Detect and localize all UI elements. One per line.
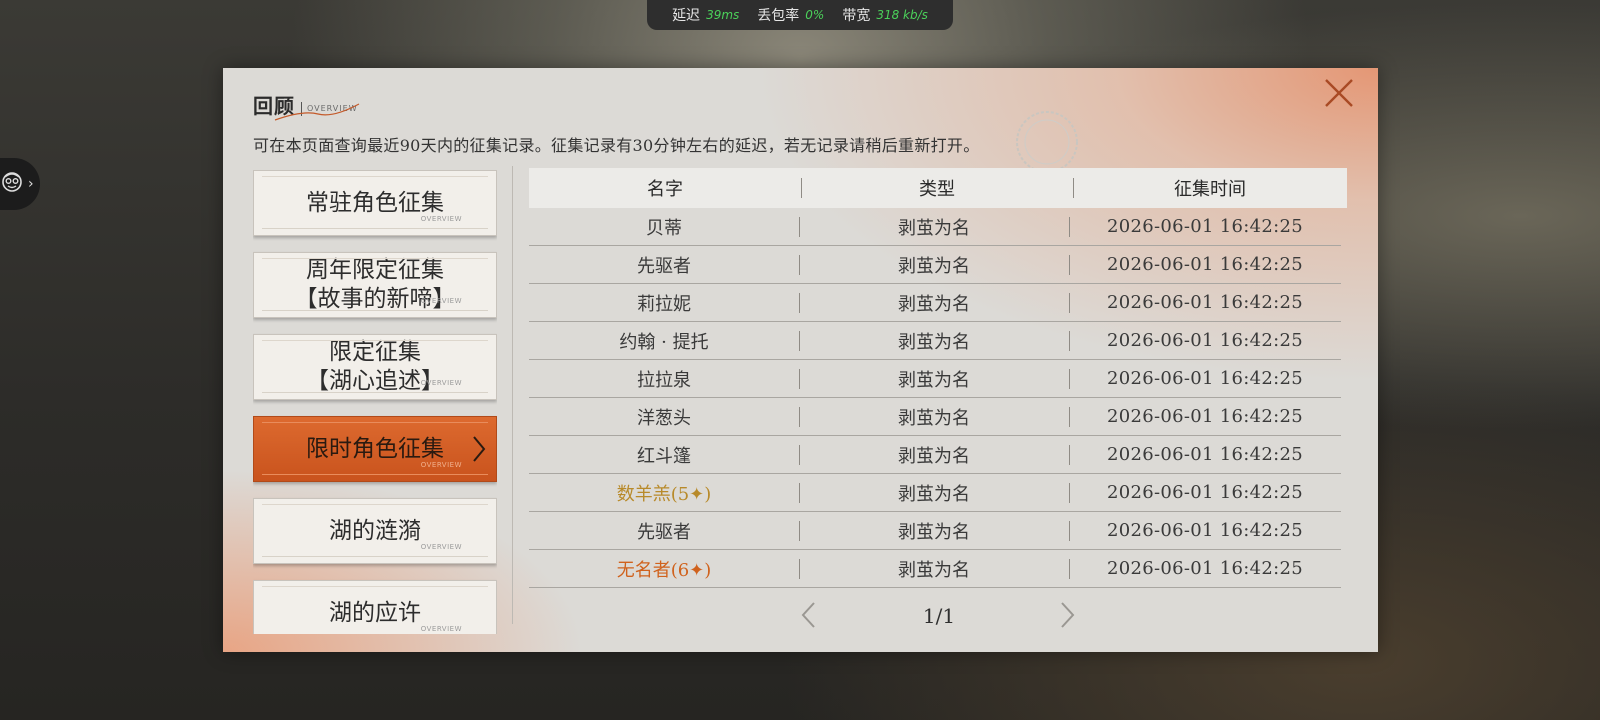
cell-type: 剥茧为名 (799, 556, 1069, 582)
table-row: 无名者(6✦) 剥茧为名 2026-06-01 16:42:25 (529, 550, 1341, 588)
table-row: 拉拉泉 剥茧为名 2026-06-01 16:42:25 (529, 360, 1341, 398)
category-lake-promise[interactable]: 湖的应许 OVERVIEW (253, 580, 497, 634)
cell-type: 剥茧为名 (799, 290, 1069, 316)
table-row: 约翰 · 提托 剥茧为名 2026-06-01 16:42:25 (529, 322, 1341, 360)
category-timed-character-recruit[interactable]: 限时角色征集 OVERVIEW (253, 416, 497, 482)
cell-type: 剥茧为名 (799, 328, 1069, 354)
packet-loss-value: 0% (805, 8, 825, 22)
packet-loss-label: 丢包率 (757, 8, 800, 24)
packet-loss-stat: 丢包率 0% (757, 5, 824, 25)
side-assistant-tab[interactable]: › (0, 158, 40, 210)
category-label-line1: 周年限定征集 (306, 257, 444, 283)
category-list: 常驻角色征集 OVERVIEW 周年限定征集 【故事的新啼】 OVERVIEW … (253, 170, 497, 634)
category-tag: OVERVIEW (420, 461, 462, 469)
header-time: 征集时间 (1073, 175, 1347, 201)
category-label-line1: 限定征集 (329, 339, 421, 365)
overview-dialog: 回顾 OVERVIEW 可在本页面查询最近90天内的征集记录。征集记录有30分钟… (223, 68, 1378, 652)
table-row: 贝蒂 剥茧为名 2026-06-01 16:42:25 (529, 208, 1341, 246)
cell-name: 先驱者 (637, 255, 691, 277)
cell-time: 2026-06-01 16:42:25 (1069, 292, 1341, 313)
cell-time: 2026-06-01 16:42:25 (1069, 406, 1341, 427)
latency-label: 延迟 (672, 8, 701, 24)
bandwidth-label: 带宽 (842, 8, 871, 24)
category-tag: OVERVIEW (420, 379, 462, 387)
table-row: 洋葱头 剥茧为名 2026-06-01 16:42:25 (529, 398, 1341, 436)
category-label: 湖的应许 (329, 599, 421, 626)
cell-name-rare: 数羊羔(5✦) (616, 483, 712, 505)
recruit-history-table: 名字 类型 征集时间 贝蒂 剥茧为名 2026-06-01 16:42:25 先… (529, 168, 1347, 588)
dialog-description: 可在本页面查询最近90天内的征集记录。征集记录有30分钟左右的延迟，若无记录请稍… (253, 136, 980, 155)
bandwidth-value: 318 kb/s (876, 8, 928, 22)
next-page-icon[interactable] (1057, 600, 1077, 630)
chevron-right-icon: › (28, 176, 34, 192)
cell-name: 洋葱头 (637, 407, 691, 429)
pagination: 1/1 (529, 596, 1347, 640)
cell-time: 2026-06-01 16:42:25 (1069, 444, 1341, 465)
cell-type: 剥茧为名 (799, 252, 1069, 278)
cell-time: 2026-06-01 16:42:25 (1069, 558, 1341, 579)
cell-name: 约翰 · 提托 (619, 331, 709, 353)
prev-page-icon[interactable] (799, 600, 819, 630)
assistant-face-icon (0, 170, 24, 198)
table-row: 莉拉妮 剥茧为名 2026-06-01 16:42:25 (529, 284, 1341, 322)
cell-time: 2026-06-01 16:42:25 (1069, 520, 1341, 541)
category-label: 湖的涟漪 (329, 517, 421, 544)
page-indicator: 1/1 (922, 604, 956, 628)
network-status-bar: 延迟 39ms 丢包率 0% 带宽 318 kb/s (647, 0, 953, 30)
title-swoosh-decoration (274, 103, 360, 121)
cell-type: 剥茧为名 (799, 442, 1069, 468)
category-tag: OVERVIEW (420, 297, 462, 305)
cell-type: 剥茧为名 (799, 366, 1069, 392)
table-body: 贝蒂 剥茧为名 2026-06-01 16:42:25 先驱者 剥茧为名 202… (529, 208, 1341, 588)
latency-stat: 延迟 39ms (672, 5, 739, 25)
cell-time: 2026-06-01 16:42:25 (1069, 482, 1341, 503)
category-tag: OVERVIEW (420, 543, 462, 551)
cell-time: 2026-06-01 16:42:25 (1069, 254, 1341, 275)
table-row: 数羊羔(5✦) 剥茧为名 2026-06-01 16:42:25 (529, 474, 1341, 512)
panel-divider (512, 166, 513, 624)
table-row: 先驱者 剥茧为名 2026-06-01 16:42:25 (529, 246, 1341, 284)
category-tag: OVERVIEW (420, 215, 462, 223)
cell-type: 剥茧为名 (799, 480, 1069, 506)
latency-value: 39ms (706, 8, 740, 22)
cell-name: 拉拉泉 (637, 369, 691, 391)
category-lake-ripples[interactable]: 湖的涟漪 OVERVIEW (253, 498, 497, 564)
cell-type: 剥茧为名 (799, 214, 1069, 240)
cell-type: 剥茧为名 (799, 404, 1069, 430)
header-type: 类型 (801, 175, 1073, 201)
chevron-right-icon (473, 436, 486, 462)
header-name: 名字 (647, 179, 683, 200)
cell-time: 2026-06-01 16:42:25 (1069, 330, 1341, 351)
close-button[interactable] (1320, 74, 1358, 112)
cell-time: 2026-06-01 16:42:25 (1069, 216, 1341, 237)
cell-name: 莉拉妮 (637, 293, 691, 315)
cell-name: 先驱者 (637, 521, 691, 543)
table-header: 名字 类型 征集时间 (529, 168, 1347, 208)
category-tag: OVERVIEW (420, 625, 462, 633)
category-anniversary-recruit[interactable]: 周年限定征集 【故事的新啼】 OVERVIEW (253, 252, 497, 318)
bandwidth-stat: 带宽 318 kb/s (842, 5, 928, 25)
close-icon (1325, 79, 1353, 107)
cell-name: 贝蒂 (646, 217, 682, 239)
category-limited-recruit[interactable]: 限定征集 【湖心追述】 OVERVIEW (253, 334, 497, 400)
cell-time: 2026-06-01 16:42:25 (1069, 368, 1341, 389)
cell-name-legendary: 无名者(6✦) (616, 559, 712, 581)
table-row: 先驱者 剥茧为名 2026-06-01 16:42:25 (529, 512, 1341, 550)
table-row: 红斗篷 剥茧为名 2026-06-01 16:42:25 (529, 436, 1341, 474)
cell-type: 剥茧为名 (799, 518, 1069, 544)
category-standard-recruit[interactable]: 常驻角色征集 OVERVIEW (253, 170, 497, 236)
cell-name: 红斗篷 (637, 445, 691, 467)
